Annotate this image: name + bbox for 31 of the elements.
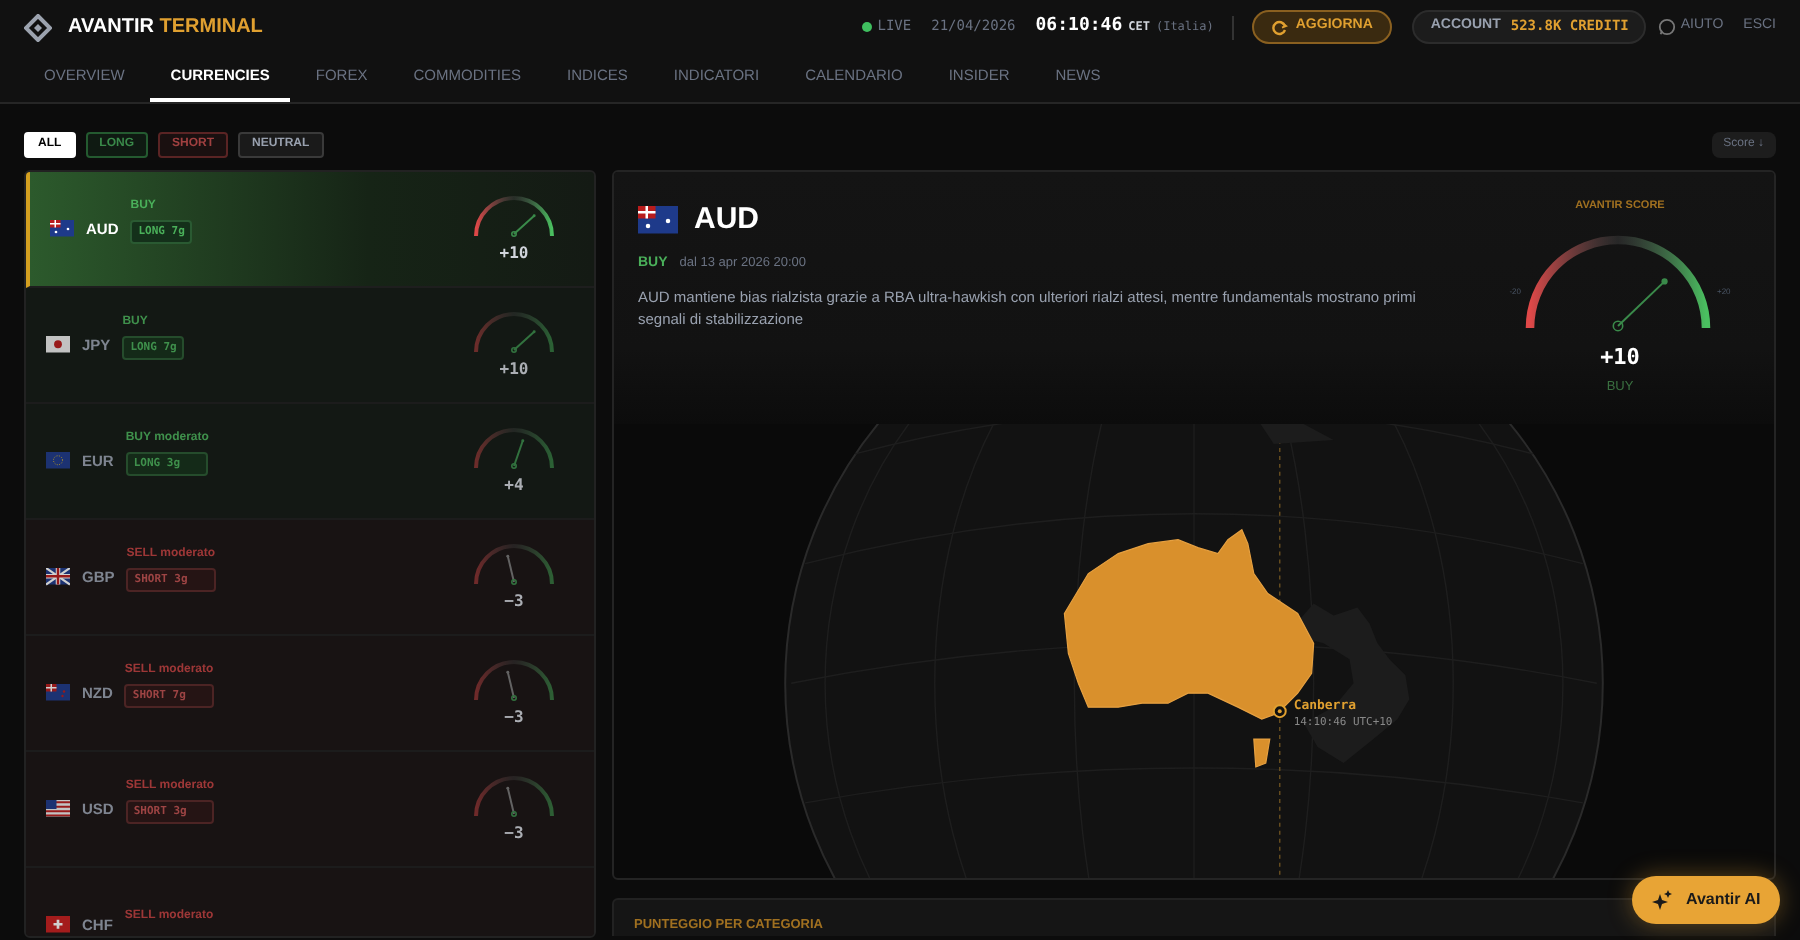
score-value: −3 bbox=[504, 821, 524, 846]
flag-icon bbox=[46, 568, 70, 586]
flag-icon bbox=[46, 452, 70, 470]
currency-title: AUD bbox=[694, 200, 759, 240]
clock-time: 06:10:46 bbox=[1035, 13, 1123, 40]
brand-name: AVANTIR bbox=[68, 16, 154, 38]
score-value: −3 bbox=[504, 589, 524, 614]
flag-icon bbox=[46, 684, 70, 702]
refresh-icon bbox=[1271, 19, 1288, 35]
gauge-drawing bbox=[470, 540, 558, 590]
chat-icon bbox=[1658, 18, 1677, 36]
city-marker-icon bbox=[1272, 703, 1287, 718]
gauge-drawing bbox=[470, 424, 558, 474]
brand-suffix: TERMINAL bbox=[159, 16, 263, 38]
flag-icon bbox=[638, 206, 678, 235]
flag-icon bbox=[46, 916, 70, 934]
score-value: +10 bbox=[1600, 341, 1640, 374]
score-value: +10 bbox=[499, 357, 529, 382]
ai-assistant-button[interactable]: Avantir AI bbox=[1632, 876, 1781, 924]
gauge-drawing bbox=[470, 656, 558, 706]
flag-icon bbox=[46, 800, 70, 818]
score-value: −3 bbox=[504, 705, 524, 730]
sparkle-icon bbox=[1652, 890, 1672, 910]
gauge-drawing bbox=[470, 772, 558, 822]
gauge-drawing bbox=[470, 308, 558, 358]
logo-icon bbox=[24, 13, 52, 41]
gauge-drawing bbox=[470, 192, 558, 242]
score-value: +10 bbox=[499, 241, 529, 266]
flag-icon bbox=[50, 220, 74, 238]
score-value: +4 bbox=[504, 473, 524, 498]
flag-icon bbox=[46, 336, 70, 354]
